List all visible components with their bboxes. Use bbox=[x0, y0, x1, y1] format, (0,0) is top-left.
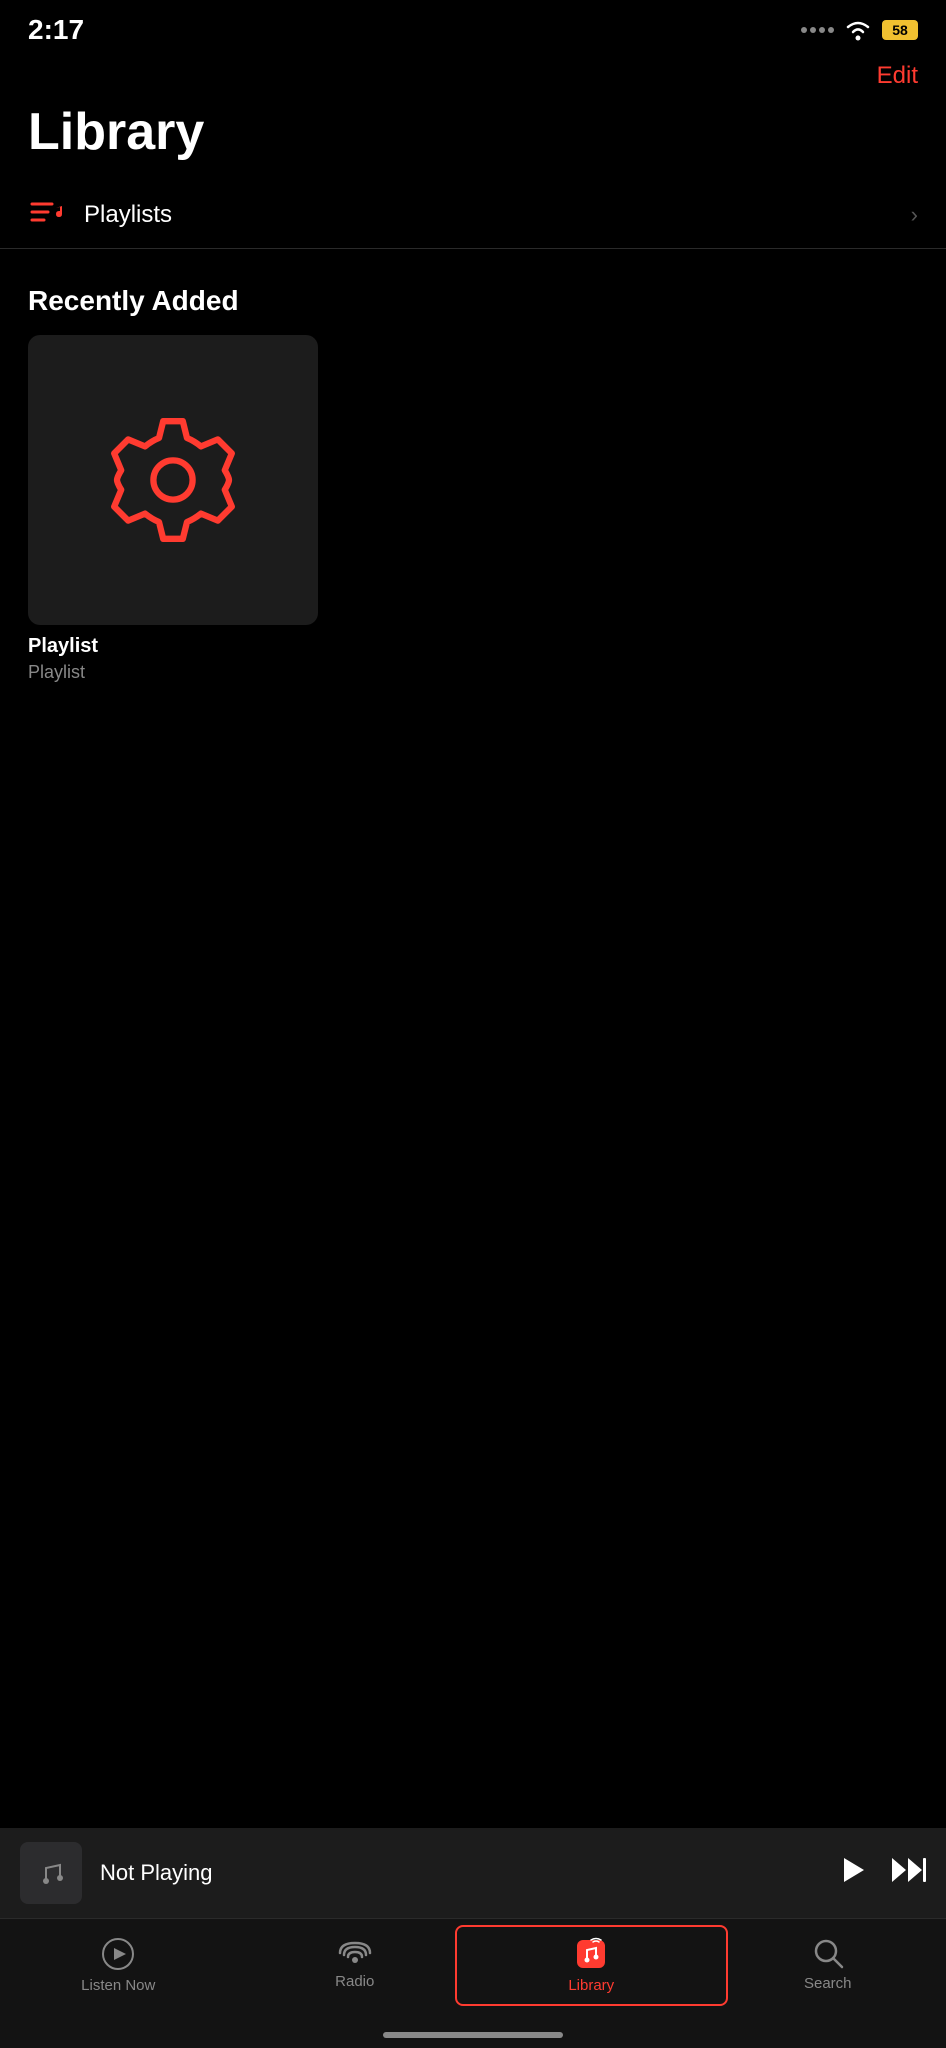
battery-indicator: 58 bbox=[882, 20, 918, 40]
edit-button[interactable]: Edit bbox=[877, 62, 918, 90]
wifi-icon bbox=[844, 19, 872, 41]
tab-bar: Listen Now Radio Library Searc bbox=[0, 1918, 946, 2048]
playlist-icon bbox=[28, 196, 66, 234]
tab-library[interactable]: Library bbox=[473, 1933, 710, 1998]
tab-radio[interactable]: Radio bbox=[237, 1933, 474, 1994]
playlists-row[interactable]: Playlists › bbox=[0, 182, 946, 249]
album-name: Playlist bbox=[28, 635, 318, 658]
mini-player-title: Not Playing bbox=[100, 1860, 840, 1886]
radio-icon bbox=[338, 1937, 372, 1967]
play-icon bbox=[840, 1856, 866, 1884]
listen-now-icon bbox=[101, 1937, 135, 1971]
album-art bbox=[28, 335, 318, 625]
tab-search-label: Search bbox=[804, 1975, 852, 1992]
tab-library-label: Library bbox=[568, 1977, 614, 1994]
header-edit-area: Edit bbox=[0, 54, 946, 94]
tab-radio-label: Radio bbox=[335, 1973, 374, 1990]
recently-added-grid: Playlist Playlist bbox=[0, 335, 946, 683]
playlists-chevron: › bbox=[911, 202, 918, 228]
search-icon bbox=[812, 1937, 844, 1969]
status-icons: 58 bbox=[801, 19, 918, 41]
signal-icon bbox=[801, 27, 834, 33]
library-icon bbox=[574, 1937, 608, 1971]
home-indicator bbox=[383, 2032, 563, 2038]
status-bar: 2:17 58 bbox=[0, 0, 946, 54]
mini-skip-button[interactable] bbox=[890, 1856, 926, 1891]
mini-player-art bbox=[20, 1842, 82, 1904]
mini-play-button[interactable] bbox=[840, 1856, 866, 1891]
tab-listen-now[interactable]: Listen Now bbox=[0, 1933, 237, 1998]
tab-search[interactable]: Search bbox=[710, 1933, 946, 1996]
skip-forward-icon bbox=[890, 1856, 926, 1884]
page-title: Library bbox=[0, 94, 946, 182]
mini-player-note-icon bbox=[36, 1858, 66, 1888]
mini-player[interactable]: Not Playing bbox=[0, 1828, 946, 1918]
playlists-label: Playlists bbox=[84, 201, 911, 229]
album-card[interactable]: Playlist Playlist bbox=[28, 335, 318, 683]
playlist-music-icon bbox=[28, 196, 66, 234]
album-subtitle: Playlist bbox=[28, 662, 318, 683]
mini-player-controls bbox=[840, 1856, 926, 1891]
recently-added-header: Recently Added bbox=[0, 249, 946, 335]
status-time: 2:17 bbox=[28, 14, 84, 46]
gear-icon bbox=[103, 410, 243, 550]
tab-listen-now-label: Listen Now bbox=[81, 1977, 155, 1994]
